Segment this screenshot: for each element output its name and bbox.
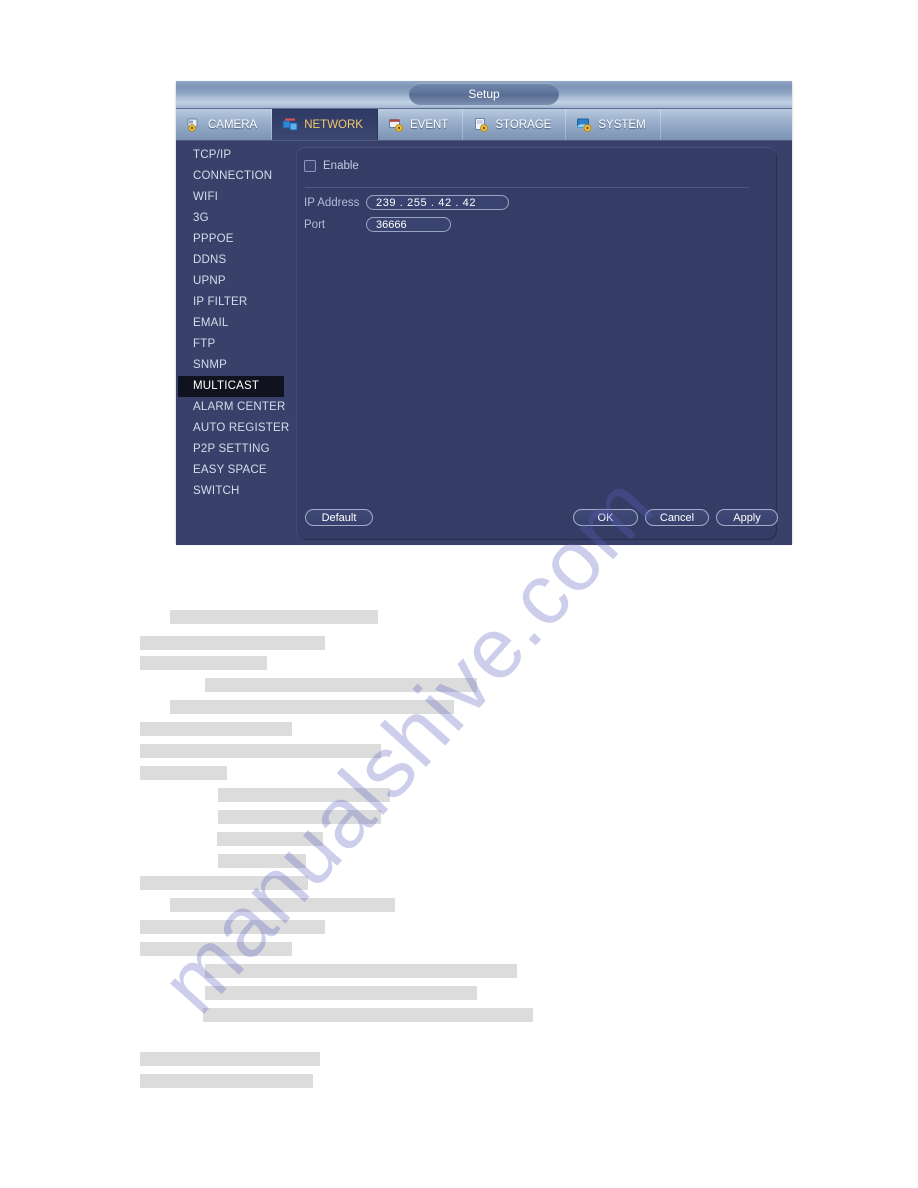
tab-system-label: SYSTEM [598, 118, 646, 131]
setup-dialog: Setup CAMERA NETWORK EVENT STORAGE SYSTE… [176, 81, 792, 545]
text-bar [205, 986, 477, 1000]
sidebar-item-ftp[interactable]: FTP [176, 334, 284, 355]
text-bar [140, 1074, 313, 1088]
default-button[interactable]: Default [305, 509, 373, 526]
sidebar-item-3g[interactable]: 3G [176, 208, 284, 229]
ip-address-row: IP Address 239 . 255 . 42 . 42 [304, 195, 509, 210]
sidebar-item-easy-space[interactable]: EASY SPACE [176, 460, 284, 481]
text-bar [140, 656, 267, 670]
section-divider [305, 187, 749, 188]
text-bar [140, 1052, 320, 1066]
sidebar-item-auto-register[interactable]: AUTO REGISTER [176, 418, 289, 439]
text-bar [140, 942, 292, 956]
tab-camera[interactable]: CAMERA [176, 109, 273, 140]
sidebar-item-p2p-setting[interactable]: P2P SETTING [176, 439, 284, 460]
text-bar [217, 832, 323, 846]
text-bar [140, 876, 308, 890]
content-panel: Enable IP Address 239 . 255 . 42 . 42 Po… [296, 147, 778, 539]
text-bar [170, 898, 395, 912]
text-bar [203, 1008, 533, 1022]
apply-button[interactable]: Apply [716, 509, 778, 526]
text-bar [140, 636, 325, 650]
sidebar-item-switch[interactable]: SWITCH [176, 481, 284, 502]
text-bar [218, 810, 381, 824]
button-bar: Default OK Cancel Apply [297, 509, 778, 527]
tab-storage[interactable]: STORAGE [463, 109, 567, 140]
tab-network-label: NETWORK [304, 118, 363, 131]
sidebar-item-pppoe[interactable]: PPPOE [176, 229, 284, 250]
cancel-button[interactable]: Cancel [645, 509, 709, 526]
text-bar [218, 854, 306, 868]
system-gear-icon [576, 117, 593, 133]
tab-network[interactable]: NETWORK [272, 109, 378, 140]
event-gear-icon [388, 117, 405, 133]
sidebar-item-connection[interactable]: CONNECTION [176, 166, 284, 187]
tab-camera-label: CAMERA [208, 118, 258, 131]
sidebar-item-tcpip[interactable]: TCP/IP [176, 145, 284, 166]
sidebar-item-upnp[interactable]: UPNP [176, 271, 284, 292]
text-bar [140, 920, 325, 934]
port-label: Port [304, 218, 326, 231]
network-gear-icon [282, 117, 299, 133]
sidebar-item-email[interactable]: EMAIL [176, 313, 284, 334]
dialog-title: Setup [409, 83, 559, 105]
sidebar-item-ip-filter[interactable]: IP FILTER [176, 292, 284, 313]
tab-strip: CAMERA NETWORK EVENT STORAGE SYSTEM [176, 109, 792, 141]
tab-storage-label: STORAGE [495, 118, 552, 131]
sidebar-item-alarm-center[interactable]: ALARM CENTER [176, 397, 285, 418]
sidebar: TCP/IP CONNECTION WIFI 3G PPPOE DDNS UPN… [176, 141, 289, 545]
text-bar [170, 700, 454, 714]
storage-gear-icon [473, 117, 490, 133]
text-bar [140, 722, 292, 736]
tab-event[interactable]: EVENT [378, 109, 464, 140]
sidebar-item-multicast[interactable]: MULTICAST [178, 376, 284, 397]
text-bar [140, 766, 227, 780]
enable-row: Enable [304, 160, 359, 172]
sidebar-item-ddns[interactable]: DDNS [176, 250, 284, 271]
enable-label: Enable [323, 160, 359, 172]
port-row: Port 36666 [304, 217, 451, 232]
text-bar [170, 610, 378, 624]
text-bar [218, 788, 390, 802]
text-bar [140, 744, 381, 758]
text-bar [205, 964, 517, 978]
camera-gear-icon [186, 117, 203, 133]
enable-checkbox[interactable] [304, 160, 316, 172]
tab-event-label: EVENT [409, 118, 449, 131]
port-input[interactable]: 36666 [366, 217, 451, 232]
tab-system[interactable]: SYSTEM [566, 109, 661, 140]
ip-address-label: IP Address [304, 196, 360, 209]
dialog-title-bar: Setup [176, 81, 792, 109]
ip-address-input[interactable]: 239 . 255 . 42 . 42 [366, 195, 509, 210]
ok-button[interactable]: OK [573, 509, 638, 526]
sidebar-item-wifi[interactable]: WIFI [176, 187, 284, 208]
dialog-body: TCP/IP CONNECTION WIFI 3G PPPOE DDNS UPN… [176, 141, 792, 545]
sidebar-item-snmp[interactable]: SNMP [176, 355, 284, 376]
text-bar [205, 678, 477, 692]
